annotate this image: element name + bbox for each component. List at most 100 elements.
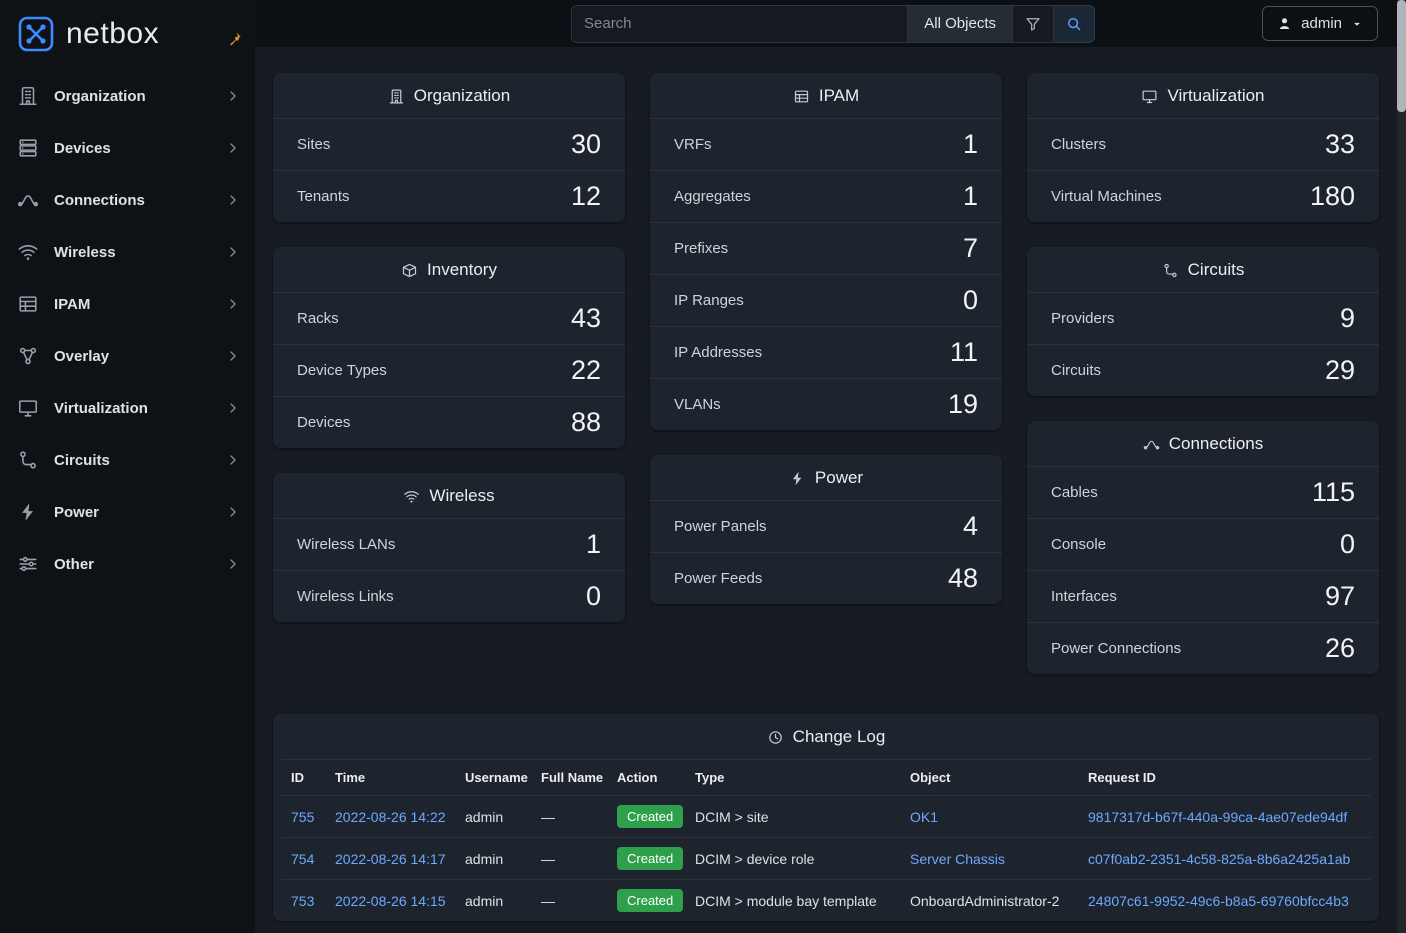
stat-row-tenants[interactable]: Tenants 12 <box>273 170 625 222</box>
stat-row-vrfs[interactable]: VRFs 1 <box>650 118 1002 170</box>
cable-icon <box>1143 436 1160 453</box>
changelog-time-link[interactable]: 2022-08-26 14:17 <box>335 851 446 867</box>
stat-row-wireless-lans[interactable]: Wireless LANs 1 <box>273 518 625 570</box>
sidebar-item-label: Power <box>54 504 211 521</box>
changelog-username: admin <box>455 838 531 880</box>
stat-row-sites[interactable]: Sites 30 <box>273 118 625 170</box>
stat-label: Power Connections <box>1051 640 1181 657</box>
monitor-icon <box>1141 88 1158 105</box>
card-organization: Organization Sites 30 Tenants 12 <box>273 73 625 222</box>
stat-label: VRFs <box>674 136 712 153</box>
stat-value: 9 <box>1340 303 1355 334</box>
stat-row-cables[interactable]: Cables 115 <box>1027 466 1379 518</box>
sidebar-item-virtualization[interactable]: Virtualization <box>0 382 255 434</box>
sidebar-item-label: Devices <box>54 140 211 157</box>
card-header: Virtualization <box>1027 73 1379 118</box>
sidebar-item-connections[interactable]: Connections <box>0 174 255 226</box>
stat-row-ip-ranges[interactable]: IP Ranges 0 <box>650 274 1002 326</box>
stat-row-racks[interactable]: Racks 43 <box>273 292 625 344</box>
ipam-grid-icon <box>16 293 40 315</box>
stat-value: 19 <box>948 389 978 420</box>
brand-name[interactable]: netbox <box>66 17 159 51</box>
card-title-text: Organization <box>414 86 510 106</box>
sidebar-item-power[interactable]: Power <box>0 486 255 538</box>
stat-row-providers[interactable]: Providers 9 <box>1027 292 1379 344</box>
brand: netbox <box>0 6 255 70</box>
sidebar-item-organization[interactable]: Organization <box>0 70 255 122</box>
changelog-time-link[interactable]: 2022-08-26 14:22 <box>335 809 446 825</box>
main-area: All Objects admin <box>255 0 1406 933</box>
caret-down-icon <box>1350 17 1364 31</box>
action-badge: Created <box>617 889 683 912</box>
card-power: Power Power Panels 4 Power Feeds 48 <box>650 455 1002 604</box>
stat-row-power-feeds[interactable]: Power Feeds 48 <box>650 552 1002 604</box>
chevron-right-icon <box>225 244 241 260</box>
stat-row-power-connections[interactable]: Power Connections 26 <box>1027 622 1379 674</box>
changelog-time-link[interactable]: 2022-08-26 14:15 <box>335 893 446 909</box>
object-type-dropdown[interactable]: All Objects <box>908 5 1013 43</box>
stat-row-devices[interactable]: Devices 88 <box>273 396 625 448</box>
netbox-logo-icon[interactable] <box>16 14 56 54</box>
stat-row-circuits[interactable]: Circuits 29 <box>1027 344 1379 396</box>
stat-value: 11 <box>950 337 978 368</box>
stat-row-prefixes[interactable]: Prefixes 7 <box>650 222 1002 274</box>
sidebar-item-devices[interactable]: Devices <box>0 122 255 174</box>
changelog-id-link[interactable]: 753 <box>291 893 314 909</box>
stat-value: 12 <box>571 181 601 212</box>
pin-sidebar-button[interactable] <box>225 30 243 51</box>
changelog-id-link[interactable]: 754 <box>291 851 314 867</box>
card-title-text: Connections <box>1169 434 1264 454</box>
changelog-type: DCIM > device role <box>685 838 900 880</box>
changelog-object-link[interactable]: OK1 <box>910 809 938 825</box>
card-inventory: Inventory Racks 43 Device Types 22 Devic… <box>273 247 625 448</box>
scrollbar-track[interactable] <box>1397 0 1406 933</box>
stat-row-ip-addresses[interactable]: IP Addresses 11 <box>650 326 1002 378</box>
sidebar-item-other[interactable]: Other <box>0 538 255 590</box>
filter-button[interactable] <box>1013 5 1054 43</box>
ipam-grid-icon <box>793 88 810 105</box>
sidebar-item-label: Wireless <box>54 244 211 261</box>
sidebar-item-wireless[interactable]: Wireless <box>0 226 255 278</box>
stat-row-clusters[interactable]: Clusters 33 <box>1027 118 1379 170</box>
column-header-full-name: Full Name <box>531 760 607 796</box>
chevron-right-icon <box>225 400 241 416</box>
chevron-right-icon <box>225 504 241 520</box>
table-row: 754 2022-08-26 14:17 admin — Created DCI… <box>281 838 1371 880</box>
changelog-object-link[interactable]: Server Chassis <box>910 851 1005 867</box>
stat-label: VLANs <box>674 396 721 413</box>
stat-row-wireless-links[interactable]: Wireless Links 0 <box>273 570 625 622</box>
sidebar-item-overlay[interactable]: Overlay <box>0 330 255 382</box>
changelog-request-id-link[interactable]: c07f0ab2-2351-4c58-825a-8b6a2425a1ab <box>1088 851 1350 867</box>
card-header: Wireless <box>273 473 625 518</box>
stat-row-device-types[interactable]: Device Types 22 <box>273 344 625 396</box>
changelog-id-link[interactable]: 755 <box>291 809 314 825</box>
scrollbar-thumb[interactable] <box>1397 0 1406 112</box>
card-title-text: Change Log <box>793 727 886 747</box>
changelog-request-id-link[interactable]: 9817317d-b67f-440a-99ca-4ae07ede94df <box>1088 809 1347 825</box>
stat-value: 1 <box>963 129 978 160</box>
column-header-username: Username <box>455 760 531 796</box>
cable-icon <box>16 189 40 211</box>
search-submit-button[interactable] <box>1054 5 1095 43</box>
changelog-full-name: — <box>531 796 607 838</box>
chevron-right-icon <box>225 296 241 312</box>
sidebar-item-ipam[interactable]: IPAM <box>0 278 255 330</box>
sidebar: netbox Organization Devices Connections <box>0 0 255 933</box>
stat-value: 7 <box>963 233 978 264</box>
graph-icon <box>16 345 40 367</box>
changelog-request-id-link[interactable]: 24807c61-9952-49c6-b8a5-69760bfcc4b3 <box>1088 893 1349 909</box>
stat-row-console[interactable]: Console 0 <box>1027 518 1379 570</box>
sidebar-item-circuits[interactable]: Circuits <box>0 434 255 486</box>
building-icon <box>16 85 40 107</box>
column-header-time: Time <box>325 760 455 796</box>
stat-row-virtual-machines[interactable]: Virtual Machines 180 <box>1027 170 1379 222</box>
stat-row-interfaces[interactable]: Interfaces 97 <box>1027 570 1379 622</box>
changelog-card: Change Log ID Time Username Full Name Ac <box>273 714 1379 921</box>
stat-row-vlans[interactable]: VLANs 19 <box>650 378 1002 430</box>
changelog-object: OnboardAdministrator-2 <box>900 880 1078 922</box>
user-menu-button[interactable]: admin <box>1262 6 1378 41</box>
card-header: Organization <box>273 73 625 118</box>
stat-row-aggregates[interactable]: Aggregates 1 <box>650 170 1002 222</box>
stat-row-power-panels[interactable]: Power Panels 4 <box>650 500 1002 552</box>
search-input[interactable] <box>571 5 908 43</box>
